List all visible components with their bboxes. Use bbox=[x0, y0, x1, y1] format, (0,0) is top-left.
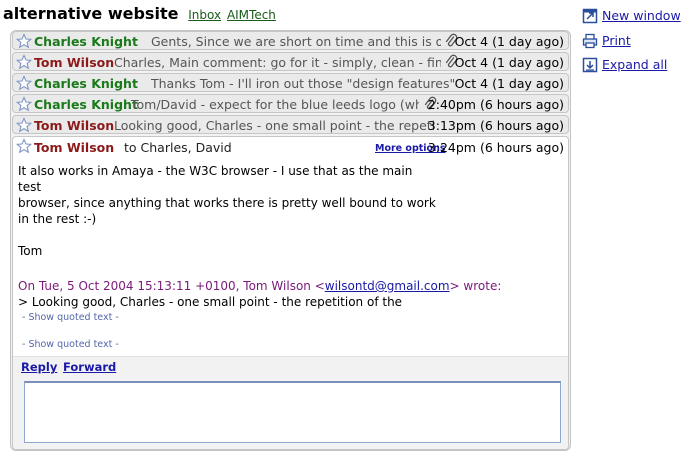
conversation-header: alternative website Inbox AIMTech bbox=[3, 4, 276, 26]
message-snippet: Charles, Main comment: go for it - simpl… bbox=[114, 55, 441, 70]
new-window-icon bbox=[582, 8, 598, 24]
expanded-message: Tom Wilson to Charles, David More option… bbox=[12, 136, 569, 450]
message-snippet: Gents, Since we are short on time and th… bbox=[151, 34, 441, 49]
body-line: It also works in Amaya - the W3C browser… bbox=[18, 164, 413, 194]
print-link[interactable]: Print bbox=[602, 33, 631, 48]
show-quoted-text-link[interactable]: - Show quoted text - bbox=[22, 312, 119, 323]
message-time: 3:24pm (6 hours ago) bbox=[427, 140, 564, 155]
quote-attribution: On Tue, 5 Oct 2004 15:13:11 +0100, Tom W… bbox=[18, 279, 501, 293]
sender-name: Charles Knight bbox=[34, 76, 138, 91]
star-icon[interactable] bbox=[16, 96, 32, 112]
expand-all-link[interactable]: Expand all bbox=[602, 57, 667, 72]
body-line: browser, since anything that works there… bbox=[18, 196, 436, 210]
reply-link[interactable]: Reply bbox=[21, 360, 57, 374]
new-window-link[interactable]: New window bbox=[602, 8, 681, 23]
forward-link[interactable]: Forward bbox=[63, 360, 116, 374]
message-time: 2:40pm (6 hours ago) bbox=[427, 97, 564, 112]
sender-name: Charles Knight bbox=[34, 34, 138, 49]
sender-email-link[interactable]: wilsontd@gmail.com bbox=[325, 279, 450, 293]
message-row[interactable]: Charles Knight Thanks Tom - I'll iron ou… bbox=[12, 73, 569, 92]
label-aimtech[interactable]: AIMTech bbox=[227, 8, 276, 22]
show-quoted-text-link[interactable]: - Show quoted text - bbox=[22, 339, 119, 350]
body-line bbox=[18, 227, 438, 243]
body-line: Tom bbox=[18, 244, 43, 258]
attribution-suffix: > wrote: bbox=[449, 279, 502, 293]
message-body: It also works in Amaya - the W3C browser… bbox=[18, 163, 438, 259]
sender-name: Charles Knight bbox=[34, 97, 138, 112]
star-icon[interactable] bbox=[16, 138, 32, 154]
message-row[interactable]: Charles Knight Tom/David - expect for th… bbox=[12, 94, 569, 113]
printer-icon bbox=[582, 33, 598, 49]
star-icon[interactable] bbox=[16, 33, 32, 49]
quoted-line: > Looking good, Charles - one small poin… bbox=[18, 295, 403, 309]
message-row[interactable]: Tom Wilson Charles, Main comment: go for… bbox=[12, 52, 569, 71]
star-icon[interactable] bbox=[16, 54, 32, 70]
message-snippet: Looking good, Charles - one small point … bbox=[114, 118, 434, 133]
message-snippet: Tom/David - expect for the blue leeds lo… bbox=[131, 97, 419, 112]
star-icon[interactable] bbox=[16, 117, 32, 133]
sender-name: Tom Wilson bbox=[34, 118, 115, 133]
message-time: 3:13pm (6 hours ago) bbox=[427, 118, 564, 133]
label-inbox[interactable]: Inbox bbox=[188, 8, 221, 22]
attribution-prefix: On Tue, 5 Oct 2004 15:13:11 +0100, Tom W… bbox=[18, 279, 325, 293]
body-line: in the rest :-) bbox=[18, 212, 97, 226]
star-icon[interactable] bbox=[16, 75, 32, 91]
conversation-thread: Charles Knight Gents, Since we are short… bbox=[10, 30, 571, 451]
message-snippet: Thanks Tom - I'll iron out those "design… bbox=[151, 76, 459, 91]
reply-area: Reply Forward bbox=[13, 356, 568, 449]
sender-name: Tom Wilson bbox=[34, 140, 115, 155]
message-time: Oct 4 (1 day ago) bbox=[454, 76, 564, 91]
message-time: Oct 4 (1 day ago) bbox=[454, 34, 564, 49]
sender-name: Tom Wilson bbox=[34, 55, 115, 70]
message-row[interactable]: Charles Knight Gents, Since we are short… bbox=[12, 31, 569, 50]
expanded-message-header[interactable]: Tom Wilson to Charles, David More option… bbox=[13, 137, 568, 157]
recipients-line: to Charles, David bbox=[124, 140, 232, 155]
message-time: Oct 4 (1 day ago) bbox=[454, 55, 564, 70]
expand-all-icon bbox=[582, 57, 598, 73]
conversation-subject: alternative website bbox=[3, 4, 179, 23]
message-row[interactable]: Tom Wilson Looking good, Charles - one s… bbox=[12, 115, 569, 134]
reply-textarea[interactable] bbox=[24, 381, 561, 443]
